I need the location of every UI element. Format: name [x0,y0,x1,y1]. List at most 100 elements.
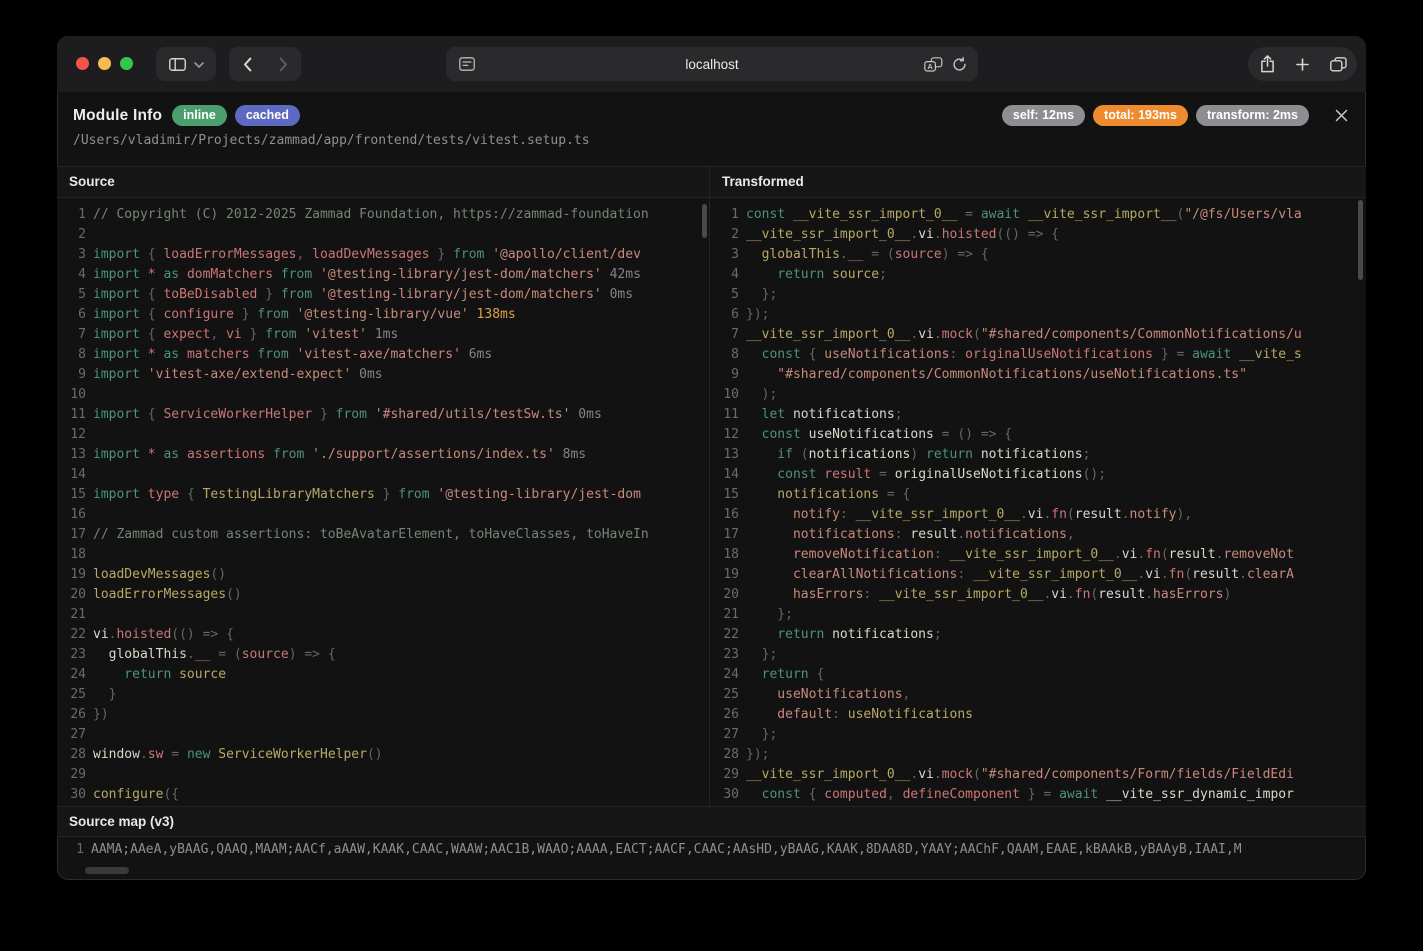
code-line: 3 globalThis.__ = (source) => { [710,245,1366,265]
line-number: 13 [57,445,93,465]
line-number: 1 [57,840,91,860]
code-line: 11 let notifications; [710,405,1366,425]
line-number: 27 [710,725,746,745]
line-number: 23 [57,645,93,665]
line-number: 30 [710,785,746,805]
toolbar-right-group [1248,47,1357,81]
line-number: 12 [710,425,746,445]
module-badges: inlinecached [172,105,300,126]
source-code[interactable]: 1// Copyright (C) 2012-2025 Zammad Found… [57,198,709,806]
line-number: 8 [710,345,746,365]
sourcemap-code[interactable]: 1AAMA;AAeA,yBAAG,QAAQ,MAAM;AACf,aAAW,KAA… [57,837,1366,863]
code-line: 9import 'vitest-axe/extend-expect' 0ms [57,365,709,385]
code-line: 27 }; [710,725,1366,745]
horizontal-scrollbar-thumb[interactable] [85,867,129,874]
close-icon [1335,109,1348,122]
line-number: 3 [710,245,746,265]
line-number: 11 [57,405,93,425]
code-line: 5import { toBeDisabled } from '@testing-… [57,285,709,305]
forward-button[interactable] [265,47,301,81]
code-line: 29__vite_ssr_import_0__.vi.mock("#shared… [710,765,1366,785]
code-line: 22 return notifications; [710,625,1366,645]
code-line: 1const __vite_ssr_import_0__ = await __v… [710,205,1366,225]
line-number: 7 [57,325,93,345]
code-line: 19 clearAllNotifications: __vite_ssr_imp… [710,565,1366,585]
code-line: 10 [57,385,709,405]
svg-text:A: A [927,61,933,70]
code-line: 28}); [710,745,1366,765]
timing-badges: self: 12mstotal: 193mstransform: 2ms [1002,105,1309,126]
line-number: 19 [57,565,93,585]
chevron-left-icon [243,57,252,72]
code-line: 29 [57,765,709,785]
badge-inline: inline [172,105,227,126]
line-number: 15 [710,485,746,505]
zoom-window-button[interactable] [120,57,133,70]
code-line: 8 const { useNotifications: originalUseN… [710,345,1366,365]
line-number: 9 [710,365,746,385]
code-line: 23 globalThis.__ = (source) => { [57,645,709,665]
line-number: 14 [57,465,93,485]
line-number: 6 [57,305,93,325]
line-number: 8 [57,345,93,365]
code-line: 5 }; [710,285,1366,305]
code-line: 30 const { computed, defineComponent } =… [710,785,1366,805]
code-line: 17 notifications: result.notifications, [710,525,1366,545]
tab-overview-button[interactable] [1322,47,1355,81]
code-line: 17// Zammad custom assertions: toBeAvata… [57,525,709,545]
code-line: 6}); [710,305,1366,325]
line-number: 6 [710,305,746,325]
line-number: 24 [57,665,93,685]
line-number: 1 [710,205,746,225]
address-bar[interactable]: localhost A [446,47,978,81]
code-line: 1// Copyright (C) 2012-2025 Zammad Found… [57,205,709,225]
close-button[interactable] [1333,107,1350,124]
share-button[interactable] [1251,47,1284,81]
transformed-code[interactable]: 1const __vite_ssr_import_0__ = await __v… [710,198,1366,806]
url-text: localhost [446,57,978,72]
line-number: 18 [57,545,93,565]
source-scrollbar-thumb[interactable] [702,204,707,238]
line-number: 22 [57,625,93,645]
sourcemap-title: Source map (v3) [57,807,1366,837]
code-line: 20loadErrorMessages() [57,585,709,605]
code-line: 2__vite_ssr_import_0__.vi.hoisted(() => … [710,225,1366,245]
line-number: 20 [57,585,93,605]
code-line: 2 [57,225,709,245]
line-number: 21 [710,605,746,625]
code-line: 23 }; [710,645,1366,665]
code-line: 7import { expect, vi } from 'vitest' 1ms [57,325,709,345]
close-window-button[interactable] [76,57,89,70]
line-number: 15 [57,485,93,505]
code-line: 16 notify: __vite_ssr_import_0__.vi.fn(r… [710,505,1366,525]
code-line: 8import * as matchers from 'vitest-axe/m… [57,345,709,365]
code-panels: Source 1// Copyright (C) 2012-2025 Zamma… [57,166,1366,806]
line-number: 2 [57,225,93,245]
line-number: 24 [710,665,746,685]
new-tab-button[interactable] [1286,47,1319,81]
line-number: 3 [57,245,93,265]
code-line: 19loadDevMessages() [57,565,709,585]
line-number: 13 [710,445,746,465]
reload-button[interactable] [952,57,967,72]
code-line: 18 removeNotification: __vite_ssr_import… [710,545,1366,565]
sidebar-toggle-button[interactable] [156,47,216,81]
line-number: 11 [710,405,746,425]
line-number: 27 [57,725,93,745]
code-line: 10 ); [710,385,1366,405]
code-line: 28window.sw = new ServiceWorkerHelper() [57,745,709,765]
minimize-window-button[interactable] [98,57,111,70]
code-line: 7__vite_ssr_import_0__.vi.mock("#shared/… [710,325,1366,345]
timing-self: self: 12ms [1002,105,1085,126]
line-number: 20 [710,585,746,605]
line-number: 23 [710,645,746,665]
transformed-panel-title: Transformed [710,167,1366,198]
timing-transform: transform: 2ms [1196,105,1309,126]
transformed-scrollbar-thumb[interactable] [1358,200,1363,280]
code-line: 26}) [57,705,709,725]
back-button[interactable] [229,47,265,81]
translate-icon[interactable]: A [924,57,943,72]
code-line: 25 } [57,685,709,705]
code-line: 21 [57,605,709,625]
line-number: 17 [57,525,93,545]
